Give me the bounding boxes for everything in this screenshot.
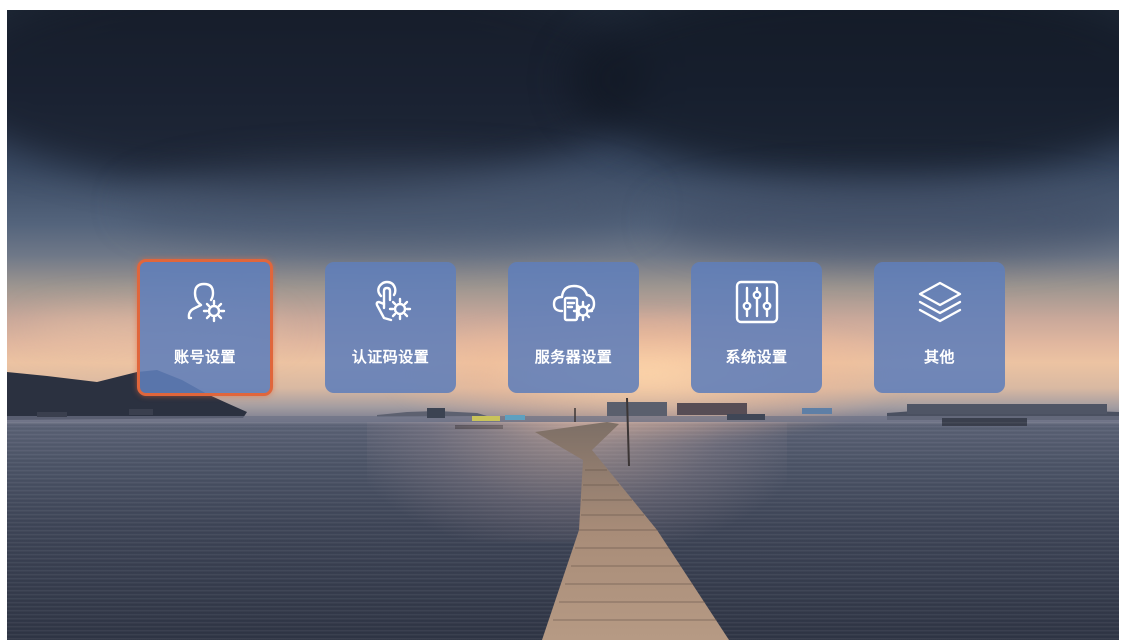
menu-tile-label: 系统设置 (725, 348, 788, 366)
user-gear-icon (187, 282, 226, 323)
menu-tile-label: 账号设置 (173, 348, 236, 366)
menu-tile-server-settings[interactable]: 服务器设置 (508, 262, 639, 393)
settings-menu: 账号设置 认证码设置 服务器设置 系统设置 其他 (7, 10, 1119, 640)
menu-tile-account-settings[interactable]: 账号设置 (137, 259, 273, 396)
menu-tile-other[interactable]: 其他 (874, 262, 1005, 393)
tv-settings-screen: 账号设置 认证码设置 服务器设置 系统设置 其他 (7, 10, 1119, 640)
menu-tile-system-settings[interactable]: 系统设置 (691, 262, 822, 393)
menu-tile-label: 认证码设置 (351, 348, 430, 366)
menu-tile-label: 其他 (923, 348, 955, 366)
menu-tile-auth-code-settings[interactable]: 认证码设置 (325, 262, 456, 393)
layers-icon (918, 281, 961, 323)
sliders-icon (735, 280, 778, 324)
cloud-server-gear-icon (552, 284, 595, 322)
menu-tile-label: 服务器设置 (534, 348, 613, 366)
touch-gear-icon (375, 280, 411, 322)
